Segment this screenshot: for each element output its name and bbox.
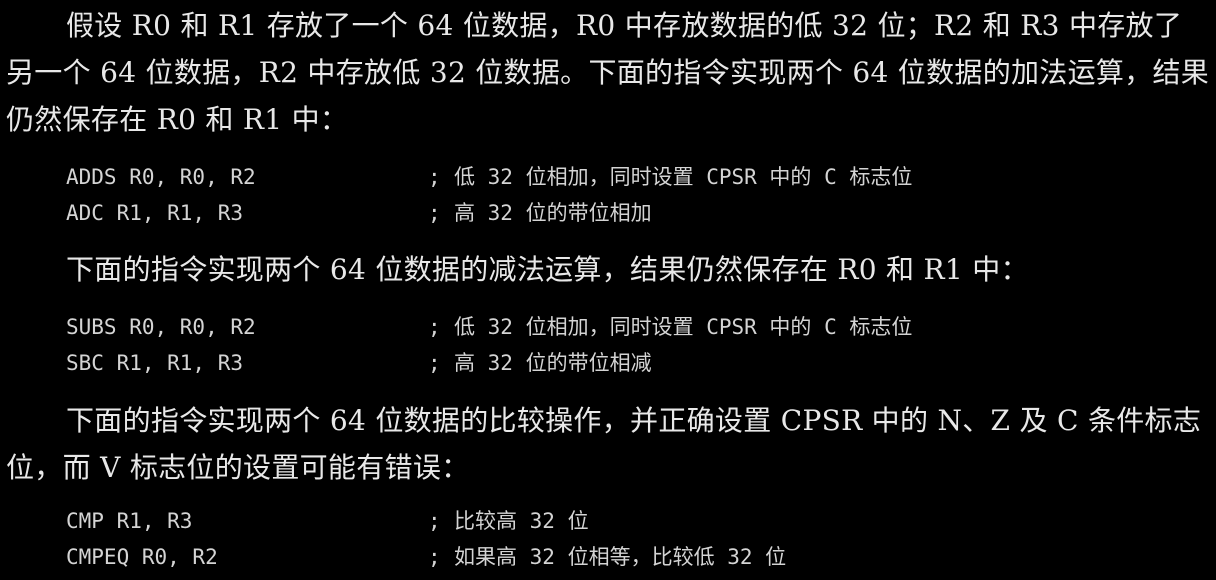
code-comment-marker: ; [428,165,441,189]
code-line: ADC R1, R1, R3; 高 32 位的带位相加 [66,195,912,231]
code-line: SBC R1, R1, R3; 高 32 位的带位相减 [66,345,912,381]
code-comment-marker: ; [428,201,441,225]
code-comment: 比较高 32 位 [454,509,589,533]
code-comment: 低 32 位相加，同时设置 CPSR 中的 C 标志位 [454,315,913,339]
code-comment-marker: ; [428,351,441,375]
code-instruction: SUBS R0, R0, R2 [66,315,256,339]
code-block-comparison: CMP R1, R3; 比较高 32 位 CMPEQ R0, R2; 如果高 32 … [66,503,786,575]
code-comment-marker: ; [428,545,441,569]
code-instruction: ADDS R0, R0, R2 [66,165,256,189]
code-line: CMP R1, R3; 比较高 32 位 [66,503,786,539]
code-comment: 高 32 位的带位相减 [454,351,652,375]
code-block-subtraction: SUBS R0, R0, R2; 低 32 位相加，同时设置 CPSR 中的 C … [66,309,912,381]
code-comment: 低 32 位相加，同时设置 CPSR 中的 C 标志位 [454,165,913,189]
code-comment: 如果高 32 位相等，比较低 32 位 [454,545,787,569]
code-comment: 高 32 位的带位相加 [454,201,652,225]
code-instruction: SBC R1, R1, R3 [66,351,244,375]
code-line: CMPEQ R0, R2; 如果高 32 位相等，比较低 32 位 [66,539,786,575]
code-comment-marker: ; [428,509,441,533]
code-instruction: CMPEQ R0, R2 [66,545,218,569]
code-block-addition: ADDS R0, R0, R2; 低 32 位相加，同时设置 CPSR 中的 C … [66,159,912,231]
paragraph-subtraction-intro: 下面的指令实现两个 64 位数据的减法运算，结果仍然保存在 R0 和 R1 中： [66,253,1029,286]
code-line: SUBS R0, R0, R2; 低 32 位相加，同时设置 CPSR 中的 C … [66,309,912,345]
paragraph-addition-intro: 假设 R0 和 R1 存放了一个 64 位数据，R0 中存放数据的低 32 位；… [6,9,1210,136]
code-line: ADDS R0, R0, R2; 低 32 位相加，同时设置 CPSR 中的 C … [66,159,912,195]
paragraph-comparison-intro: 下面的指令实现两个 64 位数据的比较操作，并正确设置 CPSR 中的 N、Z … [6,404,1202,484]
code-instruction: CMP R1, R3 [66,509,193,533]
code-instruction: ADC R1, R1, R3 [66,201,244,225]
code-comment-marker: ; [428,315,441,339]
